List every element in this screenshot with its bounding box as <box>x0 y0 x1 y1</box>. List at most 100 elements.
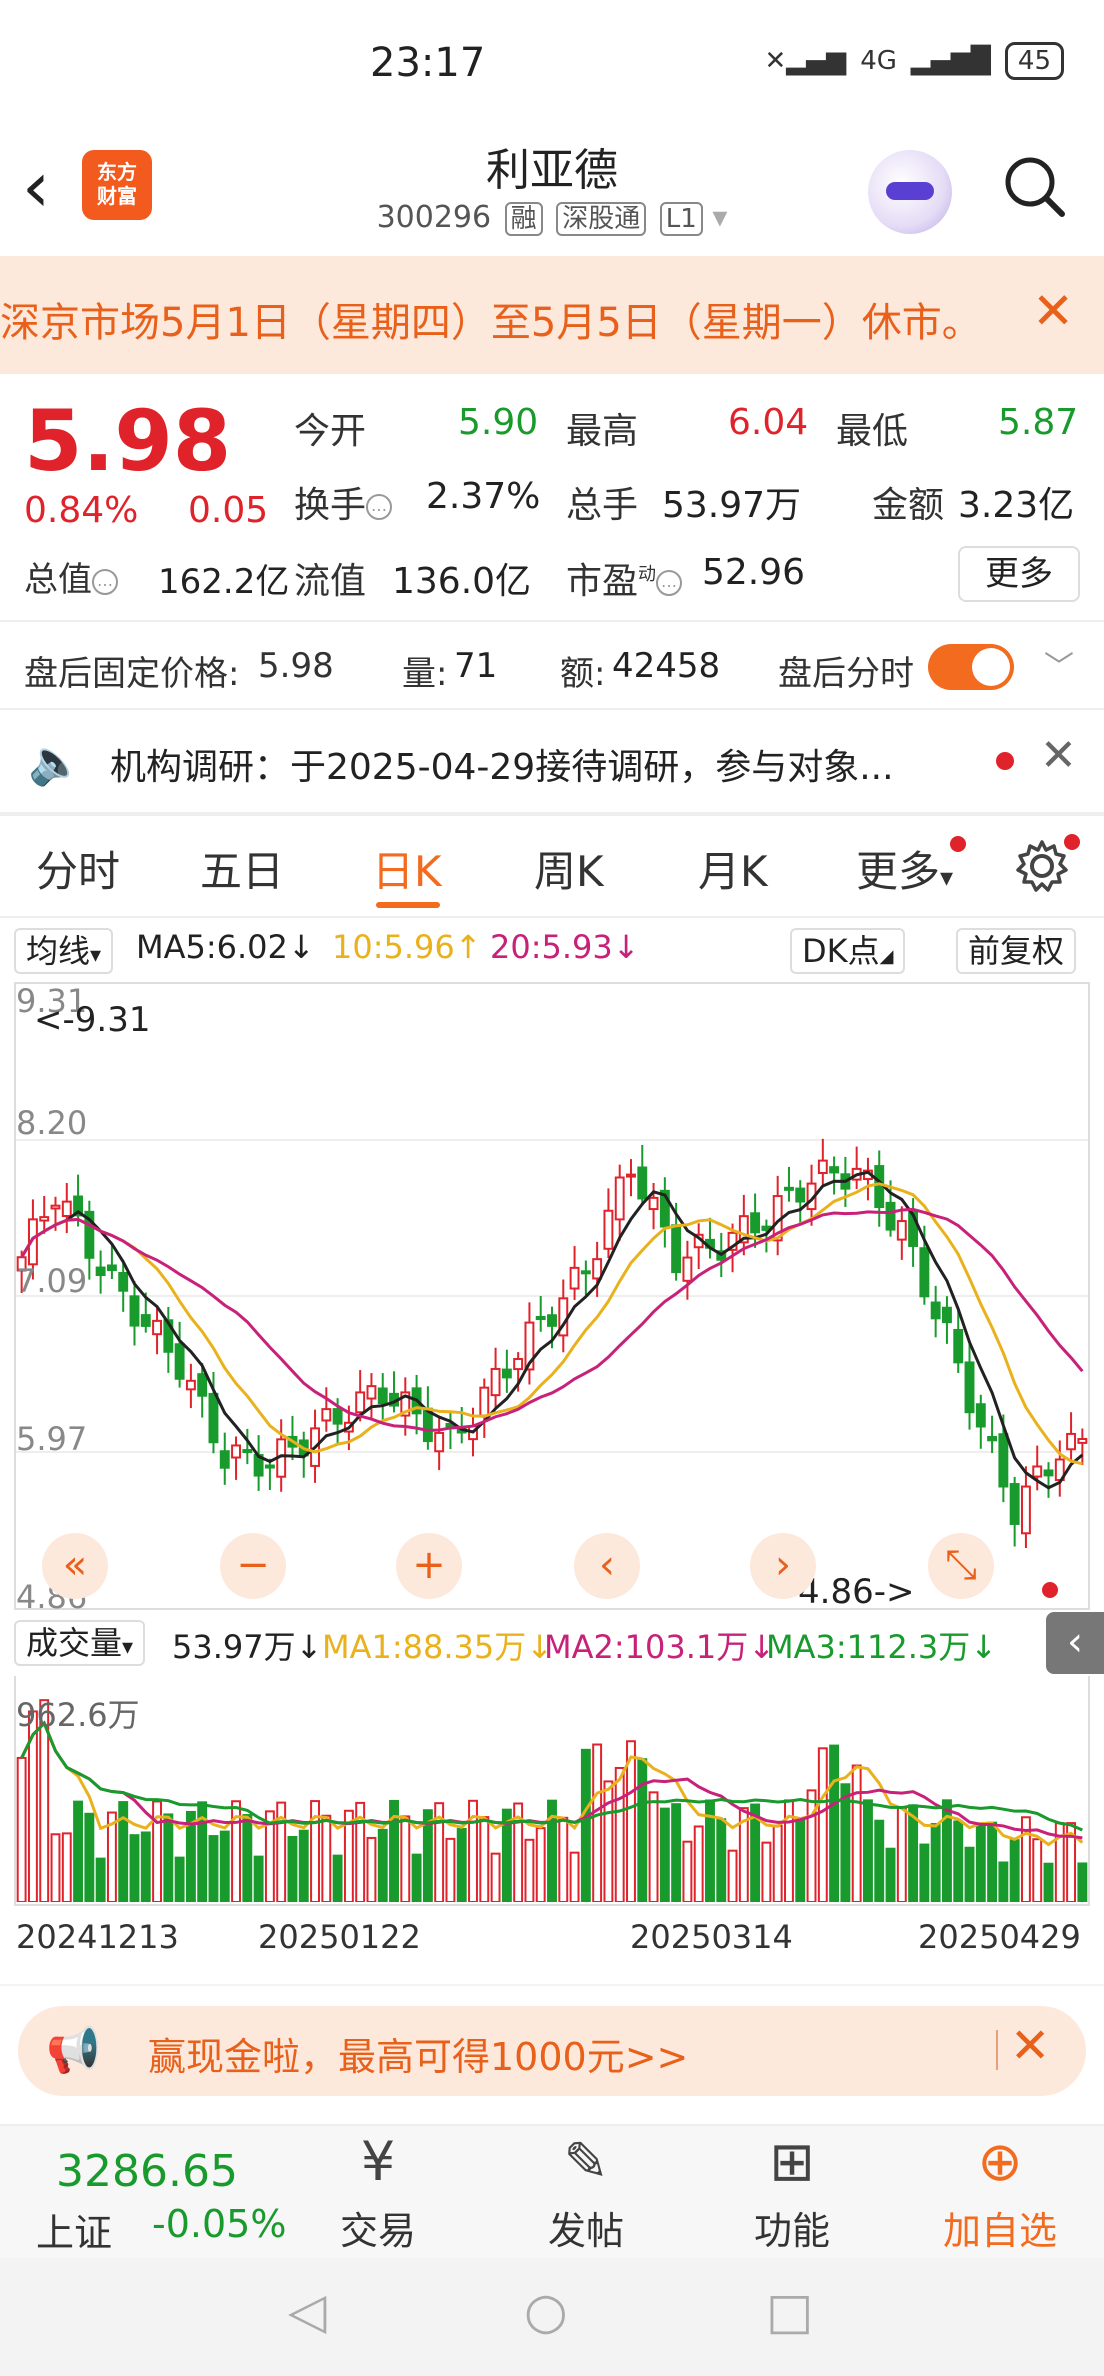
volume-bar <box>456 1827 467 1902</box>
volume-bar <box>535 1827 546 1902</box>
pe-label-text: 市盈 <box>566 561 639 602</box>
nav-post[interactable]: 发帖 <box>516 2200 656 2255</box>
info-icon[interactable]: … <box>656 570 683 596</box>
open-label: 今开 <box>294 411 367 452</box>
zoom-in-button[interactable]: + <box>396 1533 462 1599</box>
candle <box>998 1433 1009 1488</box>
chevron-down-icon[interactable]: ﹀ <box>1044 642 1074 686</box>
volume-bar <box>716 1818 727 1902</box>
ma-selector[interactable]: 均线▾ <box>14 928 114 974</box>
scroll-left-fast-button[interactable]: « <box>42 1533 108 1599</box>
candle <box>490 1367 501 1397</box>
volume-bar <box>411 1853 422 1902</box>
afterhours-vol-label: 量: <box>402 654 448 694</box>
nav-add-watchlist[interactable]: 加自选 <box>930 2200 1070 2255</box>
info-icon[interactable]: … <box>366 494 393 520</box>
candle <box>626 1173 636 1178</box>
research-notice[interactable]: 机构调研：于2025-04-29接待调研，参与对象... <box>110 738 894 790</box>
x-tick-3: 20250314 <box>630 1918 793 1956</box>
home-circle-icon[interactable]: ○ <box>524 2282 568 2340</box>
close-icon[interactable]: ✕ <box>1032 282 1074 340</box>
tab-weekly-k[interactable]: 周K <box>534 838 604 899</box>
fullscreen-icon[interactable]: ⤡ <box>928 1533 994 1599</box>
max-price-label: <-9.31 <box>34 1000 151 1040</box>
volume-bar <box>219 1830 230 1902</box>
kline-chart[interactable] <box>14 982 1090 1610</box>
candle <box>434 1431 445 1453</box>
candle <box>231 1444 241 1459</box>
volume-bar <box>919 1843 930 1902</box>
back-triangle-icon[interactable]: ◁ <box>288 2282 326 2340</box>
post-icon[interactable]: ✎ <box>516 2130 656 2193</box>
vma2-text: MA2:103.1万 <box>544 1628 749 1666</box>
afterhours-amt-label: 额: <box>560 654 606 694</box>
volume-bar <box>332 1854 343 1902</box>
candle <box>118 1272 129 1292</box>
volume-bar <box>95 1857 106 1902</box>
adjust-button[interactable]: 前复权 <box>956 928 1077 974</box>
dk-point-label: DK点 <box>802 932 880 970</box>
close-icon[interactable]: ✕ <box>1040 730 1077 781</box>
corner-arrow-icon: ◢ <box>879 946 894 967</box>
unread-dot <box>950 836 966 852</box>
afterhours-price: 5.98 <box>258 646 334 686</box>
signal-icon: ✕▂▄▆ <box>764 46 847 76</box>
tab-five-day[interactable]: 五日 <box>200 838 284 899</box>
volume-bar <box>524 1838 535 1902</box>
nav-functions[interactable]: 功能 <box>722 2200 862 2255</box>
dk-point-button[interactable]: DK点◢ <box>790 928 906 974</box>
grid-icon[interactable]: ⊞ <box>722 2130 862 2193</box>
candle <box>569 1266 580 1290</box>
more-button[interactable]: 更多 <box>958 546 1080 602</box>
volume-bar <box>558 1816 569 1902</box>
volume-bar <box>806 1789 817 1902</box>
assistant-robot-icon[interactable] <box>868 150 952 234</box>
volume-bar <box>851 1764 862 1902</box>
volume-selector[interactable]: 成交量▾ <box>14 1620 146 1666</box>
volume-bar <box>817 1747 828 1902</box>
pe-label: 市盈动… <box>566 552 683 604</box>
volume-bar <box>1077 1862 1088 1902</box>
candle <box>614 1176 625 1221</box>
status-icons: ✕▂▄▆ 4G ▂▄▆█ 45 <box>764 42 1064 80</box>
search-icon[interactable] <box>1000 152 1068 220</box>
volume-chart[interactable] <box>14 1676 1090 1906</box>
tab-more-label: 更多 <box>856 847 941 896</box>
scroll-left-button[interactable]: ‹ <box>574 1533 640 1599</box>
candle <box>919 1247 930 1298</box>
candle <box>174 1343 185 1380</box>
gear-icon[interactable] <box>1014 838 1070 894</box>
close-icon[interactable]: ✕ <box>1010 2018 1050 2074</box>
zoom-out-button[interactable]: − <box>220 1533 286 1599</box>
tab-monthly-k[interactable]: 月K <box>698 838 768 899</box>
turnover-label: 换手… <box>294 476 393 528</box>
recents-square-icon[interactable]: □ <box>766 2282 813 2340</box>
volume-bar <box>863 1799 873 1902</box>
tab-intraday[interactable]: 分时 <box>36 838 120 899</box>
tab-more[interactable]: 更多▾ <box>856 838 953 899</box>
side-panel-toggle[interactable]: ‹ <box>1046 1612 1104 1674</box>
promo-text[interactable]: 赢现金啦，最高可得1000元>> <box>148 2026 688 2081</box>
volume-bar <box>84 1812 95 1902</box>
candle <box>321 1408 332 1422</box>
y-tick-2: 8.20 <box>16 1104 88 1142</box>
mcap-label: 总值… <box>24 552 118 601</box>
volume-max-label: 962.6万 <box>16 1696 140 1734</box>
scroll-right-button[interactable]: › <box>750 1533 816 1599</box>
candle <box>930 1301 941 1320</box>
stock-code: 300296 <box>376 200 492 235</box>
afterhours-toggle-label: 盘后分时 <box>778 654 914 694</box>
nav-trade[interactable]: 交易 <box>308 2200 448 2255</box>
trade-icon[interactable]: ¥ <box>308 2130 448 2193</box>
battery-icon: 45 <box>1004 42 1064 80</box>
candle <box>197 1373 208 1397</box>
volume-bar <box>975 1822 986 1902</box>
add-circle-icon[interactable]: ⊕ <box>930 2130 1070 2193</box>
candle <box>580 1270 591 1275</box>
info-icon[interactable]: … <box>92 568 118 595</box>
index-value[interactable]: 3286.65 <box>56 2146 238 2197</box>
tab-daily-k[interactable]: 日K <box>372 838 442 899</box>
afterhours-toggle[interactable] <box>928 644 1014 690</box>
volume-bar <box>400 1815 411 1902</box>
candle <box>50 1204 61 1210</box>
